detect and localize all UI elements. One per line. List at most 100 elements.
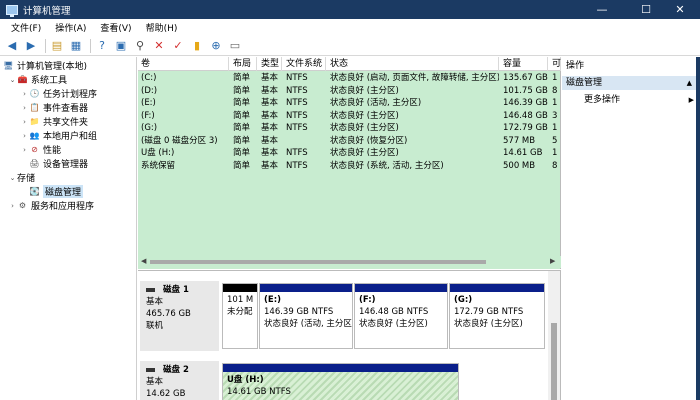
disk-layout-pane: 磁盘 1 基本 465.76 GB 联机 101 M 未分配 (E:) 146.… <box>138 270 561 400</box>
cell-layout: 简单 <box>233 73 251 83</box>
cell-free: 1 <box>552 98 558 108</box>
chevron-right-icon[interactable]: › <box>8 202 17 210</box>
partition-name: (G:) <box>454 295 473 305</box>
disk-2-info[interactable]: 磁盘 2 基本 14.62 GB <box>140 361 219 400</box>
cell-type: 基本 <box>261 73 279 83</box>
window-edge <box>696 57 700 400</box>
cell-status: 状态良好 (活动, 主分区) <box>330 98 422 108</box>
minimize-button[interactable]: — <box>582 0 622 19</box>
column-header-layout[interactable]: 布局 <box>230 57 257 71</box>
partition-f[interactable]: (F:) 146.48 GB NTFS 状态良好 (主分区) <box>354 283 448 349</box>
cell-type: 基本 <box>261 98 279 108</box>
table-row[interactable]: 系统保留 简单 基本 NTFS 状态良好 (系统, 活动, 主分区) 500 MB 8 <box>138 160 561 173</box>
connect-icon[interactable]: ⚲ <box>132 38 148 54</box>
partition-size: 172.79 GB NTFS <box>454 307 524 317</box>
table-row[interactable]: (E:) 简单 基本 NTFS 状态良好 (活动, 主分区) 146.39 GB 1 <box>138 97 561 110</box>
horizontal-scrollbar[interactable]: ◀ ▶ <box>138 256 561 268</box>
disk-1-info[interactable]: 磁盘 1 基本 465.76 GB 联机 <box>140 281 219 351</box>
more-actions-item[interactable]: 更多操作 ▶ <box>584 94 694 107</box>
menu-file[interactable]: 文件(F) <box>4 21 48 34</box>
title-bar: 计算机管理 — ☐ ✕ <box>0 0 700 19</box>
tree-item-event-viewer[interactable]: › 📋 事件查看器 <box>20 101 88 114</box>
cell-layout: 简单 <box>233 85 251 96</box>
tree-item-services-apps[interactable]: › ⚙ 服务和应用程序 <box>8 199 94 212</box>
scrollbar-thumb[interactable] <box>551 323 557 400</box>
table-row[interactable]: (C:) 简单 基本 NTFS 状态良好 (启动, 页面文件, 故障转储, 主分区) 13… <box>138 72 561 85</box>
chevron-down-icon[interactable]: ⌄ <box>8 174 17 182</box>
cell-free: 1 <box>552 123 558 133</box>
column-header-filesystem[interactable]: 文件系统 <box>283 57 326 71</box>
cell-volume: (F:) <box>141 110 155 121</box>
folder-up-icon[interactable]: ▤ <box>49 38 65 54</box>
column-header-free[interactable]: 可 <box>549 57 561 71</box>
view-icon[interactable]: ▭ <box>227 38 243 54</box>
tree-item-local-users[interactable]: › 👥 本地用户和组 <box>20 129 97 142</box>
partition-size: 146.48 GB NTFS <box>359 307 429 317</box>
partition-unallocated[interactable]: 101 M 未分配 <box>222 283 258 349</box>
collapse-icon[interactable]: ▲ <box>687 76 692 90</box>
table-row[interactable]: (D:) 简单 基本 NTFS 状态良好 (主分区) 101.75 GB 8 <box>138 85 561 98</box>
tree-item-label: 事件查看器 <box>43 104 89 114</box>
actions-header: 操作 <box>566 61 585 71</box>
computer-management-icon <box>6 4 18 17</box>
menu-action[interactable]: 操作(A) <box>48 21 93 34</box>
chevron-right-icon[interactable]: › <box>20 104 29 112</box>
new-icon[interactable]: ▮ <box>189 38 205 54</box>
partition-g[interactable]: (G:) 172.79 GB NTFS 状态良好 (主分区) <box>449 283 545 349</box>
vertical-scrollbar[interactable] <box>548 271 560 400</box>
chevron-down-icon[interactable]: ⌄ <box>8 76 17 84</box>
tree-item-storage[interactable]: ⌄ 存储 <box>8 171 36 185</box>
table-row[interactable]: (磁盘 0 磁盘分区 3) 简单 基本 状态良好 (恢复分区) 577 MB 5 <box>138 135 561 148</box>
partition-size: 101 M <box>227 295 254 305</box>
tree-item-device-manager[interactable]: 🖨 设备管理器 <box>20 157 88 170</box>
column-header-volume[interactable]: 卷 <box>138 57 229 71</box>
disk-size: 465.76 GB <box>146 309 191 319</box>
tree-item-shared-folders[interactable]: › 📁 共享文件夹 <box>20 115 88 128</box>
check-icon[interactable]: ✓ <box>170 38 186 54</box>
partition-h[interactable]: U盘 (H:) 14.61 GB NTFS <box>222 363 459 400</box>
navigation-tree: 🖥 计算机管理(本地) ⌄ 🧰 系统工具 › 🕒 任务计划程序 › 📋 事件查看… <box>0 57 137 400</box>
chevron-right-icon[interactable]: › <box>20 132 29 140</box>
menu-bar: 文件(F) 操作(A) 查看(V) 帮助(H) <box>0 19 700 36</box>
cell-layout: 简单 <box>233 110 251 121</box>
cell-type: 基本 <box>261 123 279 133</box>
chevron-right-icon[interactable]: › <box>20 90 29 98</box>
help-icon[interactable]: ? <box>94 38 110 54</box>
partition-e[interactable]: (E:) 146.39 GB NTFS 状态良好 (活动, 主分区) <box>259 283 353 349</box>
chevron-right-icon[interactable]: › <box>20 118 29 126</box>
tree-item-computer-management[interactable]: 🖥 计算机管理(本地) <box>3 59 87 72</box>
tree-item-performance[interactable]: › ⊘ 性能 <box>20 143 61 156</box>
tree-item-disk-management[interactable]: 💽 磁盘管理 <box>20 185 84 198</box>
partition-bar <box>355 284 447 292</box>
chevron-right-icon[interactable]: › <box>20 146 29 154</box>
cell-filesystem <box>283 135 326 148</box>
scroll-right-icon[interactable]: ▶ <box>550 257 555 265</box>
more-actions-label: 更多操作 <box>584 95 621 105</box>
properties-icon[interactable]: ▣ <box>113 38 129 54</box>
tree-item-task-scheduler[interactable]: › 🕒 任务计划程序 <box>20 87 97 100</box>
cell-volume: (G:) <box>141 123 158 133</box>
scroll-left-icon[interactable]: ◀ <box>141 257 146 265</box>
close-button[interactable]: ✕ <box>660 0 700 19</box>
actions-section-disk-management[interactable]: 磁盘管理 ▲ <box>562 76 696 90</box>
table-row[interactable]: (F:) 简单 基本 NTFS 状态良好 (主分区) 146.48 GB 3 <box>138 110 561 123</box>
menu-help[interactable]: 帮助(H) <box>139 21 185 34</box>
delete-icon[interactable]: ✕ <box>151 38 167 54</box>
cell-type: 基本 <box>261 160 279 171</box>
tree-item-label: 设备管理器 <box>43 160 89 170</box>
cell-volume: (磁盘 0 磁盘分区 3) <box>141 135 218 146</box>
search-icon[interactable]: ⊕ <box>208 38 224 54</box>
column-header-status[interactable]: 状态 <box>327 57 499 71</box>
show-hide-tree-icon[interactable]: ▦ <box>68 38 84 54</box>
partition-status: 未分配 <box>227 307 253 317</box>
tree-item-label: 存储 <box>17 174 36 184</box>
forward-icon[interactable]: ▶ <box>23 38 39 54</box>
tree-item-system-tools[interactable]: ⌄ 🧰 系统工具 <box>8 73 67 86</box>
menu-view[interactable]: 查看(V) <box>93 21 138 34</box>
scrollbar-thumb[interactable] <box>150 260 486 264</box>
back-icon[interactable]: ◀ <box>4 38 20 54</box>
table-row[interactable]: (G:) 简单 基本 NTFS 状态良好 (主分区) 172.79 GB 1 <box>138 122 561 135</box>
table-row[interactable]: U盘 (H:) 简单 基本 NTFS 状态良好 (主分区) 14.61 GB 1 <box>138 147 561 160</box>
column-header-capacity[interactable]: 容量 <box>500 57 548 71</box>
column-header-type[interactable]: 类型 <box>258 57 282 71</box>
